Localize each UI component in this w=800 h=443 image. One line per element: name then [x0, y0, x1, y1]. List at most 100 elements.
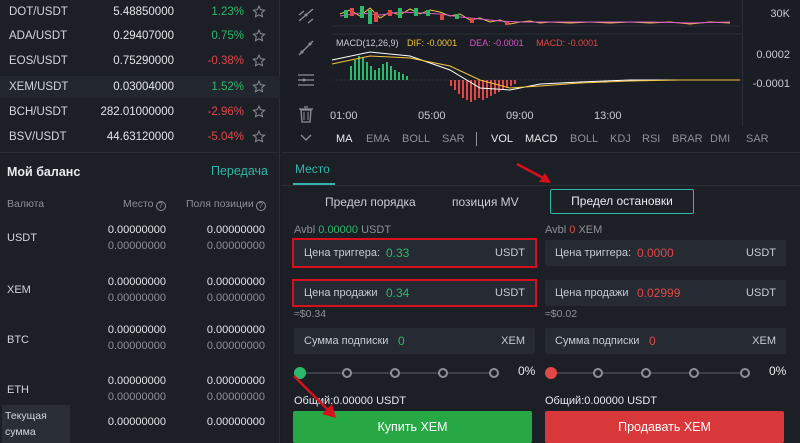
asset-place-sub: 0.00000000	[107, 391, 166, 403]
indicator-sar[interactable]: SAR	[442, 133, 465, 145]
indicator-boll-sub[interactable]: BOLL	[570, 133, 598, 145]
sell-button[interactable]: Продавать XEM	[545, 411, 784, 443]
indicator-kdj[interactable]: KDJ	[610, 133, 631, 145]
asset-position: 0.00000000	[206, 324, 265, 336]
star-icon[interactable]	[252, 130, 266, 144]
field-label: Сумма подписки	[555, 335, 640, 347]
sell-percent-slider[interactable]	[545, 367, 750, 379]
sell-percent: 0%	[769, 364, 787, 378]
slider-step[interactable]	[342, 368, 352, 378]
tab-place[interactable]: Место	[295, 162, 330, 176]
asset-name: XEM	[7, 284, 31, 296]
field-unit: USDT	[746, 247, 776, 259]
annotation-arrow-icon	[293, 375, 336, 418]
star-icon[interactable]	[252, 29, 266, 43]
buy-approx-value: ≈$0.34	[294, 308, 327, 320]
annotation-arrow-icon	[516, 162, 551, 183]
asset-position: 0.00000000	[206, 375, 265, 387]
pair-change: -0.38%	[207, 55, 244, 67]
buy-percent: 0%	[518, 364, 536, 378]
star-icon[interactable]	[252, 105, 266, 119]
pair-change: 0.75%	[211, 30, 244, 42]
trend-line-icon[interactable]	[296, 6, 316, 26]
market-row-xem[interactable]: XEM/USDT 0.03004000 1.52%	[0, 76, 280, 98]
total-label: Текущая сумма	[2, 405, 70, 443]
market-row-eos[interactable]: EOS/USDT 0.75290000 -0.38%	[0, 50, 280, 72]
sell-quantity-field[interactable]: Сумма подписки 0 XEM	[545, 328, 786, 354]
price-axis: 30K 0.0002 -0.0001	[742, 0, 800, 126]
highlight-box	[292, 279, 537, 307]
indicator-separator	[476, 132, 477, 146]
price-chart[interactable]	[330, 0, 742, 126]
order-type-market[interactable]: позиция MV	[452, 195, 519, 209]
transfer-link[interactable]: Передача	[211, 164, 268, 178]
time-label: 13:00	[594, 110, 622, 122]
indicator-dmi[interactable]: DMI	[710, 133, 730, 145]
field-unit: USDT	[746, 287, 776, 299]
macd-axis-label: 0.0002	[756, 49, 790, 61]
order-type-limit[interactable]: Предел порядка	[325, 195, 416, 209]
pair-price: 0.29407000	[113, 30, 174, 42]
field-value[interactable]: 0	[398, 334, 405, 348]
order-type-stop-limit[interactable]: Предел остановки	[550, 189, 694, 214]
indicator-brar[interactable]: BRAR	[672, 133, 703, 145]
slider-step[interactable]	[438, 368, 448, 378]
slider-step[interactable]	[641, 368, 651, 378]
asset-place: 0.00000000	[107, 276, 166, 288]
buy-quantity-field[interactable]: Сумма подписки 0 XEM	[294, 328, 535, 354]
star-icon[interactable]	[252, 54, 266, 68]
col-position: Поля позиции?	[186, 198, 266, 211]
price-candles	[332, 0, 742, 28]
market-row-bsv[interactable]: BSV/USDT 44.63120000 -5.04%	[0, 126, 280, 148]
slider-step[interactable]	[489, 368, 499, 378]
time-label: 05:00	[418, 110, 446, 122]
pair-change: 1.23%	[211, 6, 244, 18]
field-unit: XEM	[501, 335, 525, 347]
ray-line-icon[interactable]	[296, 38, 316, 58]
indicator-boll[interactable]: BOLL	[402, 133, 430, 145]
slider-step[interactable]	[740, 368, 750, 378]
sell-trigger-price-field[interactable]: Цена триггера: 0.0000 USDT	[545, 240, 786, 266]
star-icon[interactable]	[252, 80, 266, 94]
asset-position-sub: 0.00000000	[206, 240, 265, 252]
sell-sell-price-field[interactable]: Цена продажи 0.02999 USDT	[545, 280, 786, 306]
slider-step[interactable]	[689, 368, 699, 378]
star-icon[interactable]	[252, 5, 266, 19]
pair-change: -2.96%	[207, 106, 244, 118]
indicator-ema[interactable]: EMA	[366, 133, 390, 145]
market-row-bch[interactable]: BCH/USDT 282.01000000 -2.96%	[0, 101, 280, 123]
market-row-dot[interactable]: DOT/USDT 5.48850000 1.23%	[0, 1, 280, 23]
chevron-down-icon[interactable]	[296, 128, 316, 148]
indicator-sar-sub[interactable]: SAR	[746, 133, 769, 145]
pair-name: ADA/USDT	[9, 30, 68, 42]
trash-icon[interactable]	[296, 104, 316, 124]
asset-place: 0.00000000	[107, 375, 166, 387]
col-currency: Валюта	[7, 198, 45, 210]
time-label: 09:00	[506, 110, 534, 122]
asset-place-sub: 0.00000000	[107, 340, 166, 352]
market-row-ada[interactable]: ADA/USDT 0.29407000 0.75%	[0, 25, 280, 47]
field-value[interactable]: 0.02999	[637, 286, 680, 300]
pair-name: DOT/USDT	[9, 6, 68, 18]
field-value[interactable]: 0.0000	[637, 246, 674, 260]
field-label: Цена продажи	[555, 287, 629, 299]
field-unit: XEM	[752, 335, 776, 347]
slider-step[interactable]	[593, 368, 603, 378]
slider-handle[interactable]	[545, 367, 557, 379]
field-value[interactable]: 0	[649, 334, 656, 348]
sell-total: Общий:0.00000 USDT	[545, 395, 658, 407]
asset-place: 0.00000000	[107, 224, 166, 236]
indicator-ma[interactable]: MA	[336, 133, 353, 145]
macd-label: MACD(12,26,9)	[336, 38, 399, 48]
indicator-rsi[interactable]: RSI	[642, 133, 660, 145]
macd-value-label: MACD: -0.0001	[536, 38, 599, 48]
pair-price: 0.03004000	[113, 81, 174, 93]
pair-price: 44.63120000	[106, 131, 174, 143]
balance-header: Мой баланс Передача	[0, 152, 280, 188]
asset-place: 0.00000000	[107, 324, 166, 336]
indicator-macd[interactable]: MACD	[525, 133, 557, 145]
horizontal-lines-icon[interactable]	[296, 70, 316, 90]
slider-step[interactable]	[390, 368, 400, 378]
field-label: Сумма подписки	[304, 335, 389, 347]
indicator-vol[interactable]: VOL	[491, 133, 513, 145]
